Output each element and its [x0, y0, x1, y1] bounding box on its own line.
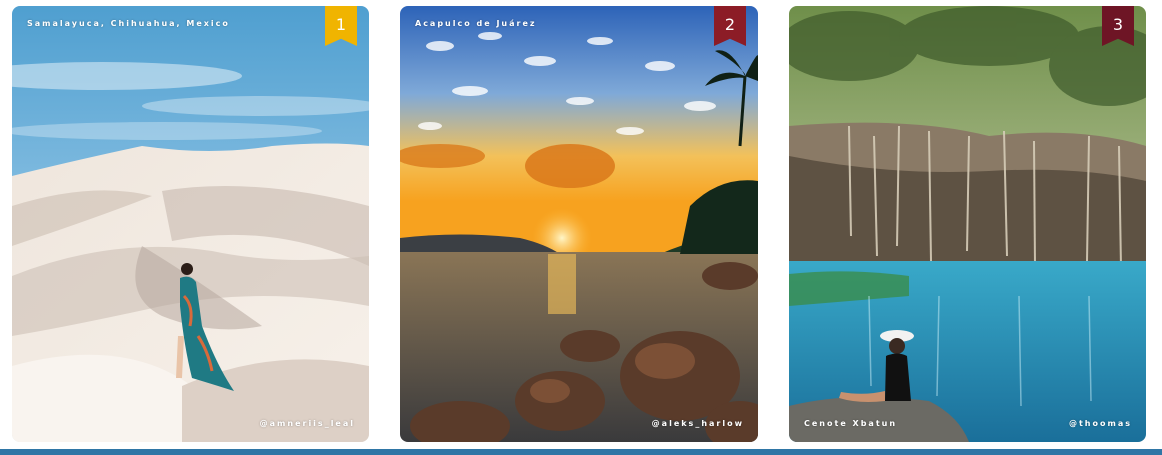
photo-credit-3[interactable]: @thoomas	[1069, 419, 1132, 428]
photo-card-3[interactable]: 3 Cenote Xbatun @thoomas	[789, 6, 1146, 442]
location-label-1: Samalayuca, Chihuahua, Mexico	[27, 19, 230, 28]
photo-credit-2[interactable]: @aleks_harlow	[652, 419, 744, 428]
location-label-3: Cenote Xbatun	[804, 419, 898, 428]
photo-card-1[interactable]: 1 Samalayuca, Chihuahua, Mexico @amnerii…	[12, 6, 369, 442]
sunset-bay-photo	[400, 6, 758, 442]
location-label-2: Acapulco de Juárez	[415, 19, 537, 28]
bottom-accent-bar	[0, 449, 1162, 455]
cenote-photo	[789, 6, 1146, 442]
photo-card-2[interactable]: 2 Acapulco de Juárez @aleks_harlow	[400, 6, 758, 442]
dunes-photo	[12, 6, 369, 442]
photo-credit-1[interactable]: @amneriis_leal	[260, 419, 355, 428]
